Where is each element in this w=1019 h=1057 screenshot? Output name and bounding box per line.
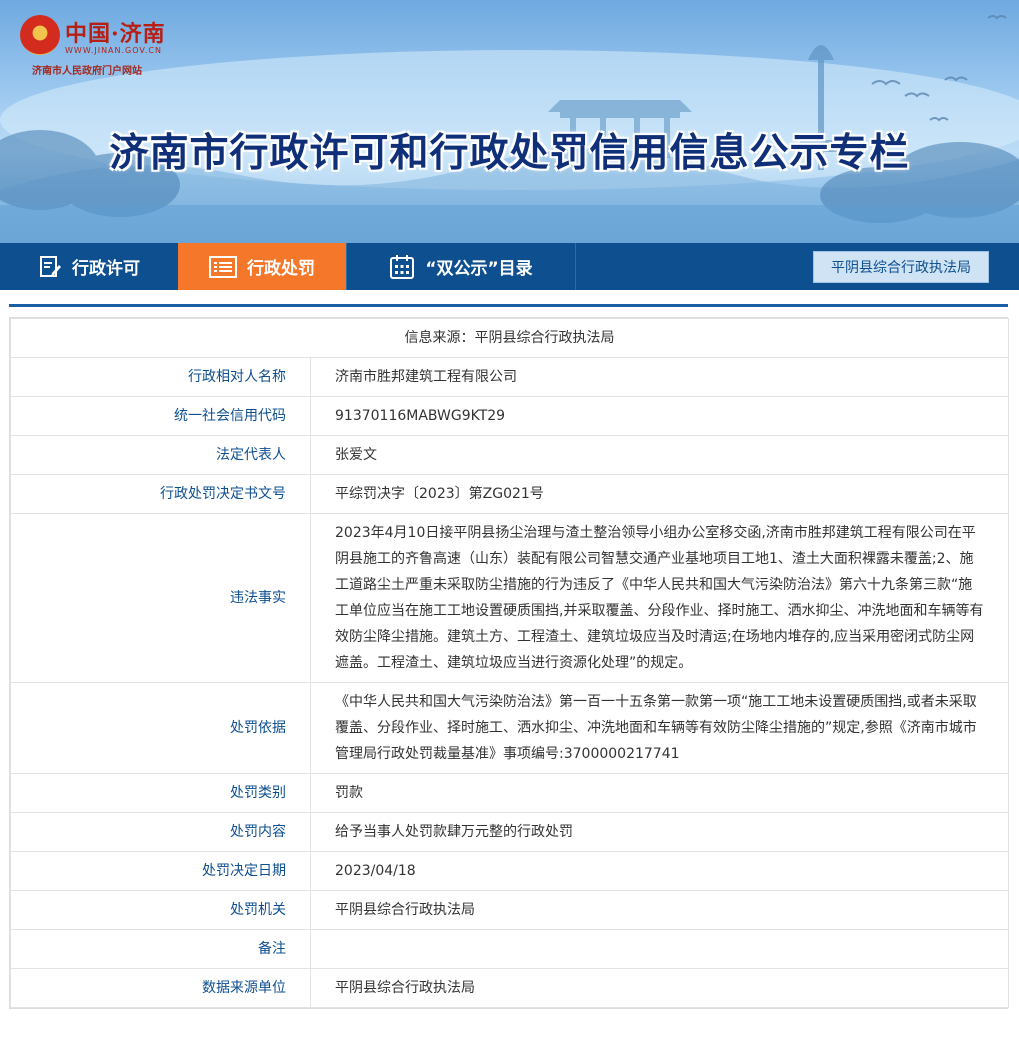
logo-text: 中国·济南: [65, 21, 166, 47]
page-title: 济南市行政许可和行政处罚信用信息公示专栏: [109, 131, 910, 176]
field-value: 罚款: [310, 773, 1009, 813]
field-value: 济南市胜邦建筑工程有限公司: [310, 357, 1009, 397]
field-value: 2023/04/18: [310, 851, 1009, 891]
site-logo[interactable]: 中国·济南 WWW.JINAN.GOV.CN 济南市人民政府门户网站: [20, 12, 220, 77]
field-value: 平综罚决字〔2023〕第ZG021号: [310, 474, 1009, 514]
table-row: 统一社会信用代码 91370116MABWG9KT29: [10, 396, 1009, 436]
field-label: 处罚机关: [10, 890, 311, 930]
table-row: 备注: [10, 929, 1009, 969]
field-label: 法定代表人: [10, 435, 311, 475]
logo-subtitle: 济南市人民政府门户网站: [32, 66, 142, 77]
national-emblem-icon: [20, 15, 60, 55]
field-label: 处罚内容: [10, 812, 311, 852]
list-icon: [209, 255, 237, 278]
table-row: 处罚依据 《中华人民共和国大气污染防治法》第一百一十五条第一款第一项“施工工地未…: [10, 682, 1009, 774]
logo-url: WWW.JINAN.GOV.CN: [65, 46, 162, 55]
field-value: 2023年4月10日接平阴县扬尘治理与渣土整治领导小组办公室移交函,济南市胜邦建…: [310, 513, 1009, 683]
field-label: 备注: [10, 929, 311, 969]
nav-item-label: 行政处罚: [247, 259, 315, 279]
info-source: 信息来源：平阴县综合行政执法局: [10, 318, 1009, 358]
table-row: 行政相对人名称 济南市胜邦建筑工程有限公司: [10, 357, 1009, 397]
table-row: 法定代表人 张爱文: [10, 435, 1009, 475]
field-label: 统一社会信用代码: [10, 396, 311, 436]
field-label: 违法事实: [10, 513, 311, 683]
penalty-record-table: 信息来源：平阴县综合行政执法局 行政相对人名称 济南市胜邦建筑工程有限公司 统一…: [10, 318, 1009, 1008]
field-label: 处罚类别: [10, 773, 311, 813]
table-row: 处罚决定日期 2023/04/18: [10, 851, 1009, 891]
field-label: 行政处罚决定书文号: [10, 474, 311, 514]
table-row: 处罚内容 给予当事人处罚款肆万元整的行政处罚: [10, 812, 1009, 852]
field-value: 张爱文: [310, 435, 1009, 475]
field-label: 处罚决定日期: [10, 851, 311, 891]
field-value: 91370116MABWG9KT29: [310, 396, 1009, 436]
field-value: 给予当事人处罚款肆万元整的行政处罚: [310, 812, 1009, 852]
main-nav: 行政许可 行政处罚 “双公示”目录 平阴县综合行政执法局: [0, 243, 1019, 290]
record-panel: 信息来源：平阴县综合行政执法局 行政相对人名称 济南市胜邦建筑工程有限公司 统一…: [9, 304, 1009, 1009]
main-content: 信息来源：平阴县综合行政执法局 行政相对人名称 济南市胜邦建筑工程有限公司 统一…: [0, 290, 1019, 1057]
table-row: 行政处罚决定书文号 平综罚决字〔2023〕第ZG021号: [10, 474, 1009, 514]
nav-divider: [575, 243, 576, 290]
field-label: 行政相对人名称: [10, 357, 311, 397]
field-value: [310, 929, 1009, 969]
nav-item-admin-license[interactable]: 行政许可: [0, 243, 178, 290]
nav-item-label: 行政许可: [72, 259, 140, 279]
field-label: 数据来源单位: [10, 968, 311, 1008]
table-row: 处罚机关 平阴县综合行政执法局: [10, 890, 1009, 930]
field-value: 平阴县综合行政执法局: [310, 968, 1009, 1008]
department-button[interactable]: 平阴县综合行政执法局: [813, 251, 989, 283]
field-value: 《中华人民共和国大气污染防治法》第一百一十五条第一款第一项“施工工地未设置硬质围…: [310, 682, 1009, 774]
nav-item-label: “双公示”目录: [425, 259, 533, 279]
nav-item-admin-penalty[interactable]: 行政处罚: [178, 243, 346, 290]
field-label: 处罚依据: [10, 682, 311, 774]
table-row: 违法事实 2023年4月10日接平阴县扬尘治理与渣土整治领导小组办公室移交函,济…: [10, 513, 1009, 683]
nav-item-double-publicity-catalog[interactable]: “双公示”目录: [347, 243, 575, 290]
calendar-icon: [389, 254, 415, 280]
table-row: 处罚类别 罚款: [10, 773, 1009, 813]
header-banner: 中国·济南 WWW.JINAN.GOV.CN 济南市人民政府门户网站 济南市行政…: [0, 0, 1019, 243]
table-row: 数据来源单位 平阴县综合行政执法局: [10, 968, 1009, 1008]
field-value: 平阴县综合行政执法局: [310, 890, 1009, 930]
document-edit-icon: [38, 255, 62, 279]
